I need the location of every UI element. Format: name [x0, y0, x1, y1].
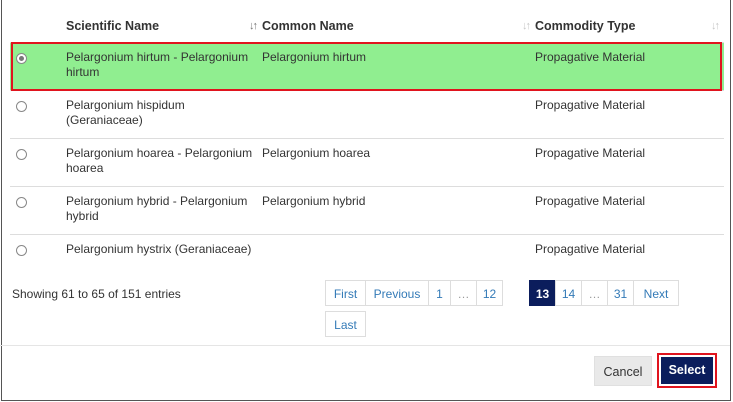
column-header-common-name[interactable]: Common Name ↓↑: [262, 12, 535, 43]
row-radio[interactable]: [16, 197, 27, 208]
footer-divider: [0, 345, 730, 346]
cell-common-name: Pelargonium hirtum: [262, 42, 535, 91]
cell-commodity-type: Propagative Material: [535, 138, 724, 187]
column-header-label: Common Name: [262, 19, 354, 33]
column-header-label: Scientific Name: [66, 19, 160, 33]
pagination-last[interactable]: Last: [325, 311, 366, 337]
column-header-label: Commodity Type: [535, 19, 636, 33]
cell-commodity-type: Propagative Material: [535, 234, 724, 265]
pagination-page-14[interactable]: 14: [555, 280, 582, 306]
column-header-commodity-type[interactable]: Commodity Type ↓↑: [535, 12, 724, 43]
row-radio[interactable]: [16, 101, 27, 112]
sort-icon: ↓↑: [522, 20, 531, 32]
table-row[interactable]: Pelargonium hoarea - Pelargonium hoarea …: [10, 138, 724, 187]
column-header-scientific-name[interactable]: Scientific Name ↓↑: [66, 12, 262, 43]
table-row[interactable]: Pelargonium hystrix (Geraniaceae) Propag…: [10, 234, 724, 265]
cell-scientific-name: Pelargonium hystrix (Geraniaceae): [66, 234, 262, 265]
results-table: Scientific Name ↓↑ Common Name ↓↑ Commod…: [10, 12, 724, 265]
row-radio-selected[interactable]: [16, 53, 27, 64]
cell-commodity-type: Propagative Material: [535, 90, 724, 139]
cell-scientific-name: Pelargonium hybrid - Pelargonium hybrid: [66, 186, 262, 235]
table-header-row: Scientific Name ↓↑ Common Name ↓↑ Commod…: [10, 12, 724, 43]
pagination-page-13-current[interactable]: 13: [529, 280, 556, 306]
table-row[interactable]: Pelargonium hirtum - Pelargonium hirtum …: [10, 42, 724, 91]
cell-common-name: Pelargonium hybrid: [262, 186, 535, 235]
cancel-button[interactable]: Cancel: [594, 356, 652, 386]
cell-common-name: [262, 234, 535, 265]
table-row[interactable]: Pelargonium hybrid - Pelargonium hybrid …: [10, 186, 724, 235]
cell-common-name: [262, 90, 535, 139]
select-button[interactable]: Select: [661, 357, 713, 384]
pagination-ellipsis: …: [581, 280, 608, 306]
cell-common-name: Pelargonium hoarea: [262, 138, 535, 187]
row-radio[interactable]: [16, 149, 27, 160]
pagination-page-1[interactable]: 1: [428, 280, 451, 306]
cell-scientific-name: Pelargonium hirtum - Pelargonium hirtum: [66, 42, 262, 91]
sort-icon: ↓↑: [711, 20, 720, 32]
pagination-previous[interactable]: Previous: [365, 280, 429, 306]
pagination-ellipsis: …: [450, 280, 477, 306]
cell-commodity-type: Propagative Material: [535, 186, 724, 235]
table-row[interactable]: Pelargonium hispidum (Geraniaceae) Propa…: [10, 90, 724, 139]
cell-scientific-name: Pelargonium hispidum (Geraniaceae): [66, 90, 262, 139]
row-radio[interactable]: [16, 245, 27, 256]
pagination-page-31[interactable]: 31: [607, 280, 634, 306]
pagination-page-12[interactable]: 12: [476, 280, 503, 306]
sort-ascending-icon: ↓↑: [249, 20, 258, 32]
pagination-next[interactable]: Next: [633, 280, 679, 306]
cell-commodity-type: Propagative Material: [535, 42, 724, 91]
pagination-first[interactable]: First: [325, 280, 366, 306]
table-info: Showing 61 to 65 of 151 entries: [12, 287, 181, 301]
radio-column-header: [10, 12, 66, 43]
cell-scientific-name: Pelargonium hoarea - Pelargonium hoarea: [66, 138, 262, 187]
